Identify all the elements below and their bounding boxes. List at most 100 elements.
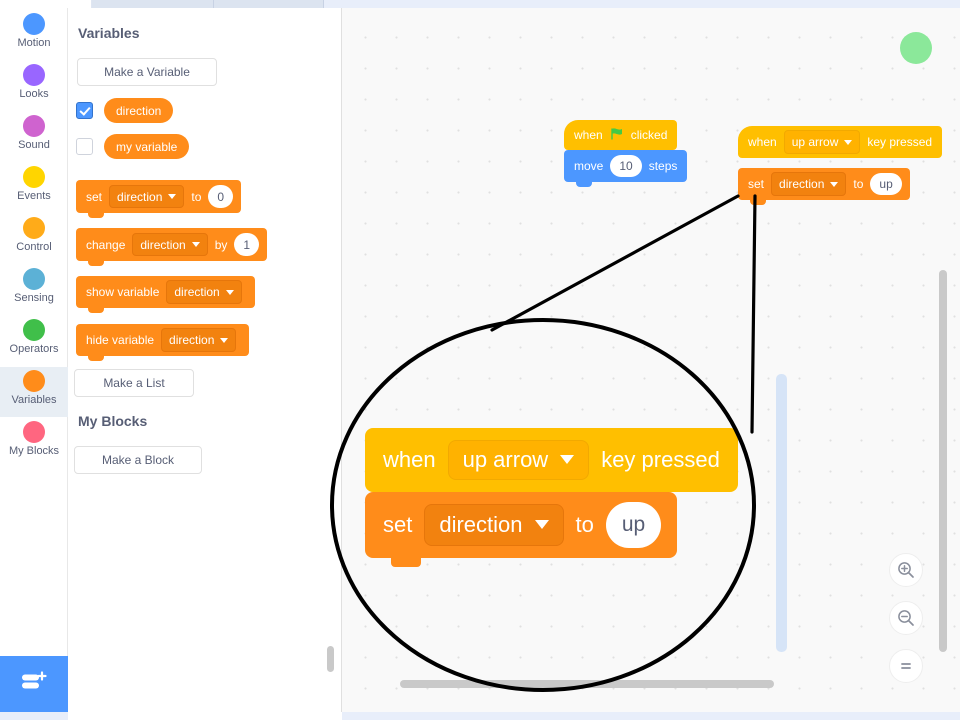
category-looks[interactable]: Looks	[0, 61, 68, 111]
green-flag-icon	[610, 127, 624, 144]
canvas-horizontal-scrollbar[interactable]	[400, 680, 774, 688]
variable-checkbox-direction[interactable]	[76, 102, 93, 119]
block-input-steps[interactable]: 10	[610, 154, 642, 178]
block-word: by	[214, 237, 228, 252]
make-a-block-button[interactable]: Make a Block	[74, 446, 202, 474]
variable-pill-direction[interactable]: direction	[104, 98, 174, 123]
category-label: Sound	[18, 139, 50, 151]
callout-dropdown-key: up arrow	[447, 439, 590, 481]
zoom-reset-button[interactable]	[889, 649, 923, 683]
block-input-value[interactable]: 0	[208, 184, 234, 209]
block-word: set	[86, 189, 103, 204]
chevron-down-icon	[560, 455, 575, 465]
block-input-value[interactable]: 1	[234, 232, 260, 257]
block-word: hide variable	[86, 333, 155, 347]
chevron-down-icon	[534, 520, 549, 530]
block-nub	[88, 308, 104, 313]
palette-block-change-variable[interactable]: change direction by 1	[76, 228, 268, 266]
motion-dot-icon	[23, 13, 45, 35]
category-label: Control	[16, 241, 52, 253]
make-a-list-button[interactable]: Make a List	[74, 369, 194, 397]
category-control[interactable]: Control	[0, 214, 68, 264]
block-word: move	[574, 159, 604, 173]
zoom-in-button[interactable]	[889, 553, 923, 587]
category-motion[interactable]: Motion	[0, 10, 68, 60]
category-label: Sensing	[14, 292, 54, 304]
script-move-steps-block[interactable]: move 10 steps	[564, 150, 688, 187]
tab-active[interactable]	[0, 0, 92, 8]
left-bottom-strip	[0, 712, 68, 720]
category-label: Variables	[11, 394, 57, 406]
dropdown-label: direction	[169, 333, 215, 347]
palette-scrollbar[interactable]	[327, 646, 334, 672]
script-key-hat-block[interactable]: when up arrow key pressed	[738, 126, 943, 158]
dropdown-label: direction	[439, 511, 523, 537]
block-word: key pressed	[601, 447, 720, 472]
block-word: set	[383, 512, 413, 537]
block-word: show variable	[86, 285, 160, 299]
canvas-vertical-scrollbar[interactable]	[939, 270, 947, 652]
block-word: to	[575, 512, 594, 537]
tab-3[interactable]	[214, 0, 324, 8]
category-events[interactable]: Events	[0, 163, 68, 213]
palette-block-set-variable[interactable]: set direction to 0	[76, 180, 242, 218]
tab-2[interactable]	[92, 0, 214, 8]
category-sensing[interactable]: Sensing	[0, 265, 68, 315]
zoom-in-icon	[898, 562, 914, 578]
block-dropdown-key[interactable]: up arrow	[783, 130, 861, 154]
variable-row-direction: direction	[76, 98, 174, 123]
block-dropdown-variable[interactable]: direction	[109, 184, 185, 209]
palette-title: Variables	[78, 25, 140, 41]
block-nub	[576, 182, 592, 187]
variables-dot-icon	[23, 370, 45, 392]
canvas-inner-scrollbar[interactable]	[776, 374, 787, 652]
scratch-editor: Motion Looks Sound Events Control Sensin…	[0, 0, 960, 720]
dropdown-label: direction	[174, 285, 220, 299]
dropdown-label: up arrow	[462, 446, 549, 472]
add-extension-icon	[20, 670, 48, 699]
block-input-value[interactable]: up	[870, 172, 902, 196]
block-dropdown-variable[interactable]: direction	[161, 328, 237, 352]
variable-row-my-variable: my variable	[76, 134, 190, 159]
make-a-variable-button[interactable]: Make a Variable	[77, 58, 217, 86]
add-extension-button[interactable]	[0, 656, 68, 712]
workspace-canvas[interactable]: when clicked move 10 steps when up arrow…	[342, 8, 960, 712]
zoom-out-button[interactable]	[889, 601, 923, 635]
chevron-down-icon	[844, 139, 853, 145]
zoom-out-icon	[898, 610, 914, 626]
variable-pill-my-variable[interactable]: my variable	[104, 134, 190, 159]
callout-input-value: up	[605, 501, 662, 549]
block-dropdown-variable[interactable]: direction	[132, 232, 208, 257]
block-dropdown-variable[interactable]: direction	[771, 172, 847, 196]
script-flag-hat-block[interactable]: when clicked	[564, 120, 678, 150]
category-column: Motion Looks Sound Events Control Sensin…	[0, 8, 68, 656]
palette-block-show-variable[interactable]: show variable direction	[76, 276, 255, 313]
chevron-down-icon	[830, 181, 839, 187]
block-nub	[88, 261, 104, 266]
palette-block-hide-variable[interactable]: hide variable direction	[76, 324, 250, 361]
dropdown-label: direction	[140, 237, 186, 252]
block-nub	[391, 558, 421, 567]
category-label: My Blocks	[8, 445, 60, 457]
callout-set-block: set direction to up	[365, 492, 678, 567]
block-nub	[88, 213, 104, 218]
zoom-reset-icon	[901, 663, 911, 669]
my-blocks-dot-icon	[23, 421, 45, 443]
block-word: when	[574, 128, 603, 142]
events-dot-icon	[23, 166, 45, 188]
variable-checkbox-my-variable[interactable]	[76, 138, 93, 155]
chevron-down-icon	[225, 289, 234, 295]
block-dropdown-variable[interactable]: direction	[166, 280, 242, 304]
block-palette: Variables Make a Variable direction my v…	[68, 8, 342, 712]
chevron-down-icon	[220, 337, 229, 343]
dropdown-label: direction	[779, 177, 825, 191]
category-operators[interactable]: Operators	[0, 316, 68, 366]
category-my-blocks[interactable]: My Blocks	[0, 418, 68, 468]
script-set-variable-block[interactable]: set direction to up	[738, 168, 910, 205]
category-label: Motion	[17, 37, 51, 49]
block-word: steps	[648, 159, 678, 173]
category-sound[interactable]: Sound	[0, 112, 68, 162]
block-word: change	[86, 237, 126, 252]
category-variables[interactable]: Variables	[0, 367, 68, 417]
category-label: Operators	[9, 343, 59, 355]
